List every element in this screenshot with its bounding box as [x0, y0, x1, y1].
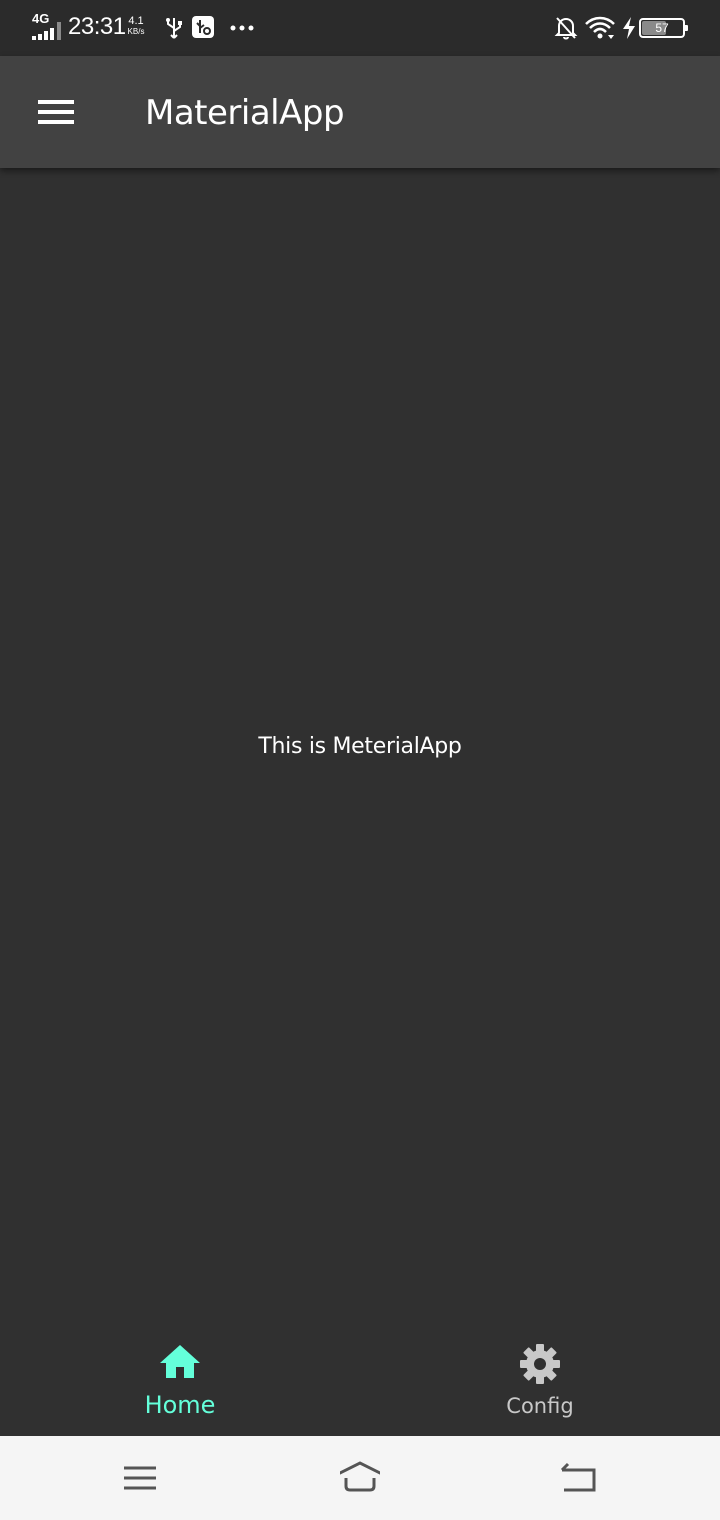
menu-icon [124, 1466, 156, 1490]
nav-item-config[interactable]: Config [360, 1326, 720, 1436]
app-title: MaterialApp [145, 93, 345, 133]
body-text: This is MeterialApp [258, 734, 462, 759]
screen: 4G 23:31 4.1 KB/s 57 MaterialApp This is… [0, 0, 720, 1520]
signal-indicator: 4G [30, 12, 62, 42]
signal-bars-icon [32, 22, 62, 40]
charging-icon [623, 17, 635, 39]
wifi-icon [585, 16, 615, 39]
nav-label-home: Home [144, 1391, 216, 1419]
home-icon [340, 1461, 380, 1492]
usb-debug-icon [192, 16, 214, 38]
menu-icon [38, 100, 74, 124]
battery-level: 57 [655, 21, 669, 35]
system-back-button[interactable] [538, 1450, 618, 1506]
menu-button[interactable] [24, 84, 88, 140]
usb-icon [166, 18, 182, 39]
bottom-navigation: Home Config [0, 1326, 720, 1436]
system-navigation-bar [0, 1436, 720, 1520]
system-menu-button[interactable] [100, 1450, 180, 1506]
battery-icon: 57 [639, 18, 688, 38]
app-bar: MaterialApp [0, 56, 720, 168]
nav-label-config: Config [506, 1394, 574, 1418]
network-type: 4G [32, 11, 50, 26]
nav-item-home[interactable]: Home [0, 1326, 360, 1436]
gear-icon [520, 1344, 560, 1384]
system-home-button[interactable] [320, 1450, 400, 1506]
network-speed-value: 4.1 [128, 15, 144, 27]
bell-off-icon [554, 17, 578, 40]
home-icon [160, 1345, 200, 1378]
network-speed-unit: KB/s [127, 27, 145, 36]
more-notifications-icon [230, 25, 254, 31]
network-speed: 4.1 KB/s [124, 16, 148, 37]
status-bar: 4G 23:31 4.1 KB/s 57 [0, 0, 720, 56]
status-time: 23:31 [68, 13, 126, 40]
back-icon [560, 1462, 596, 1492]
